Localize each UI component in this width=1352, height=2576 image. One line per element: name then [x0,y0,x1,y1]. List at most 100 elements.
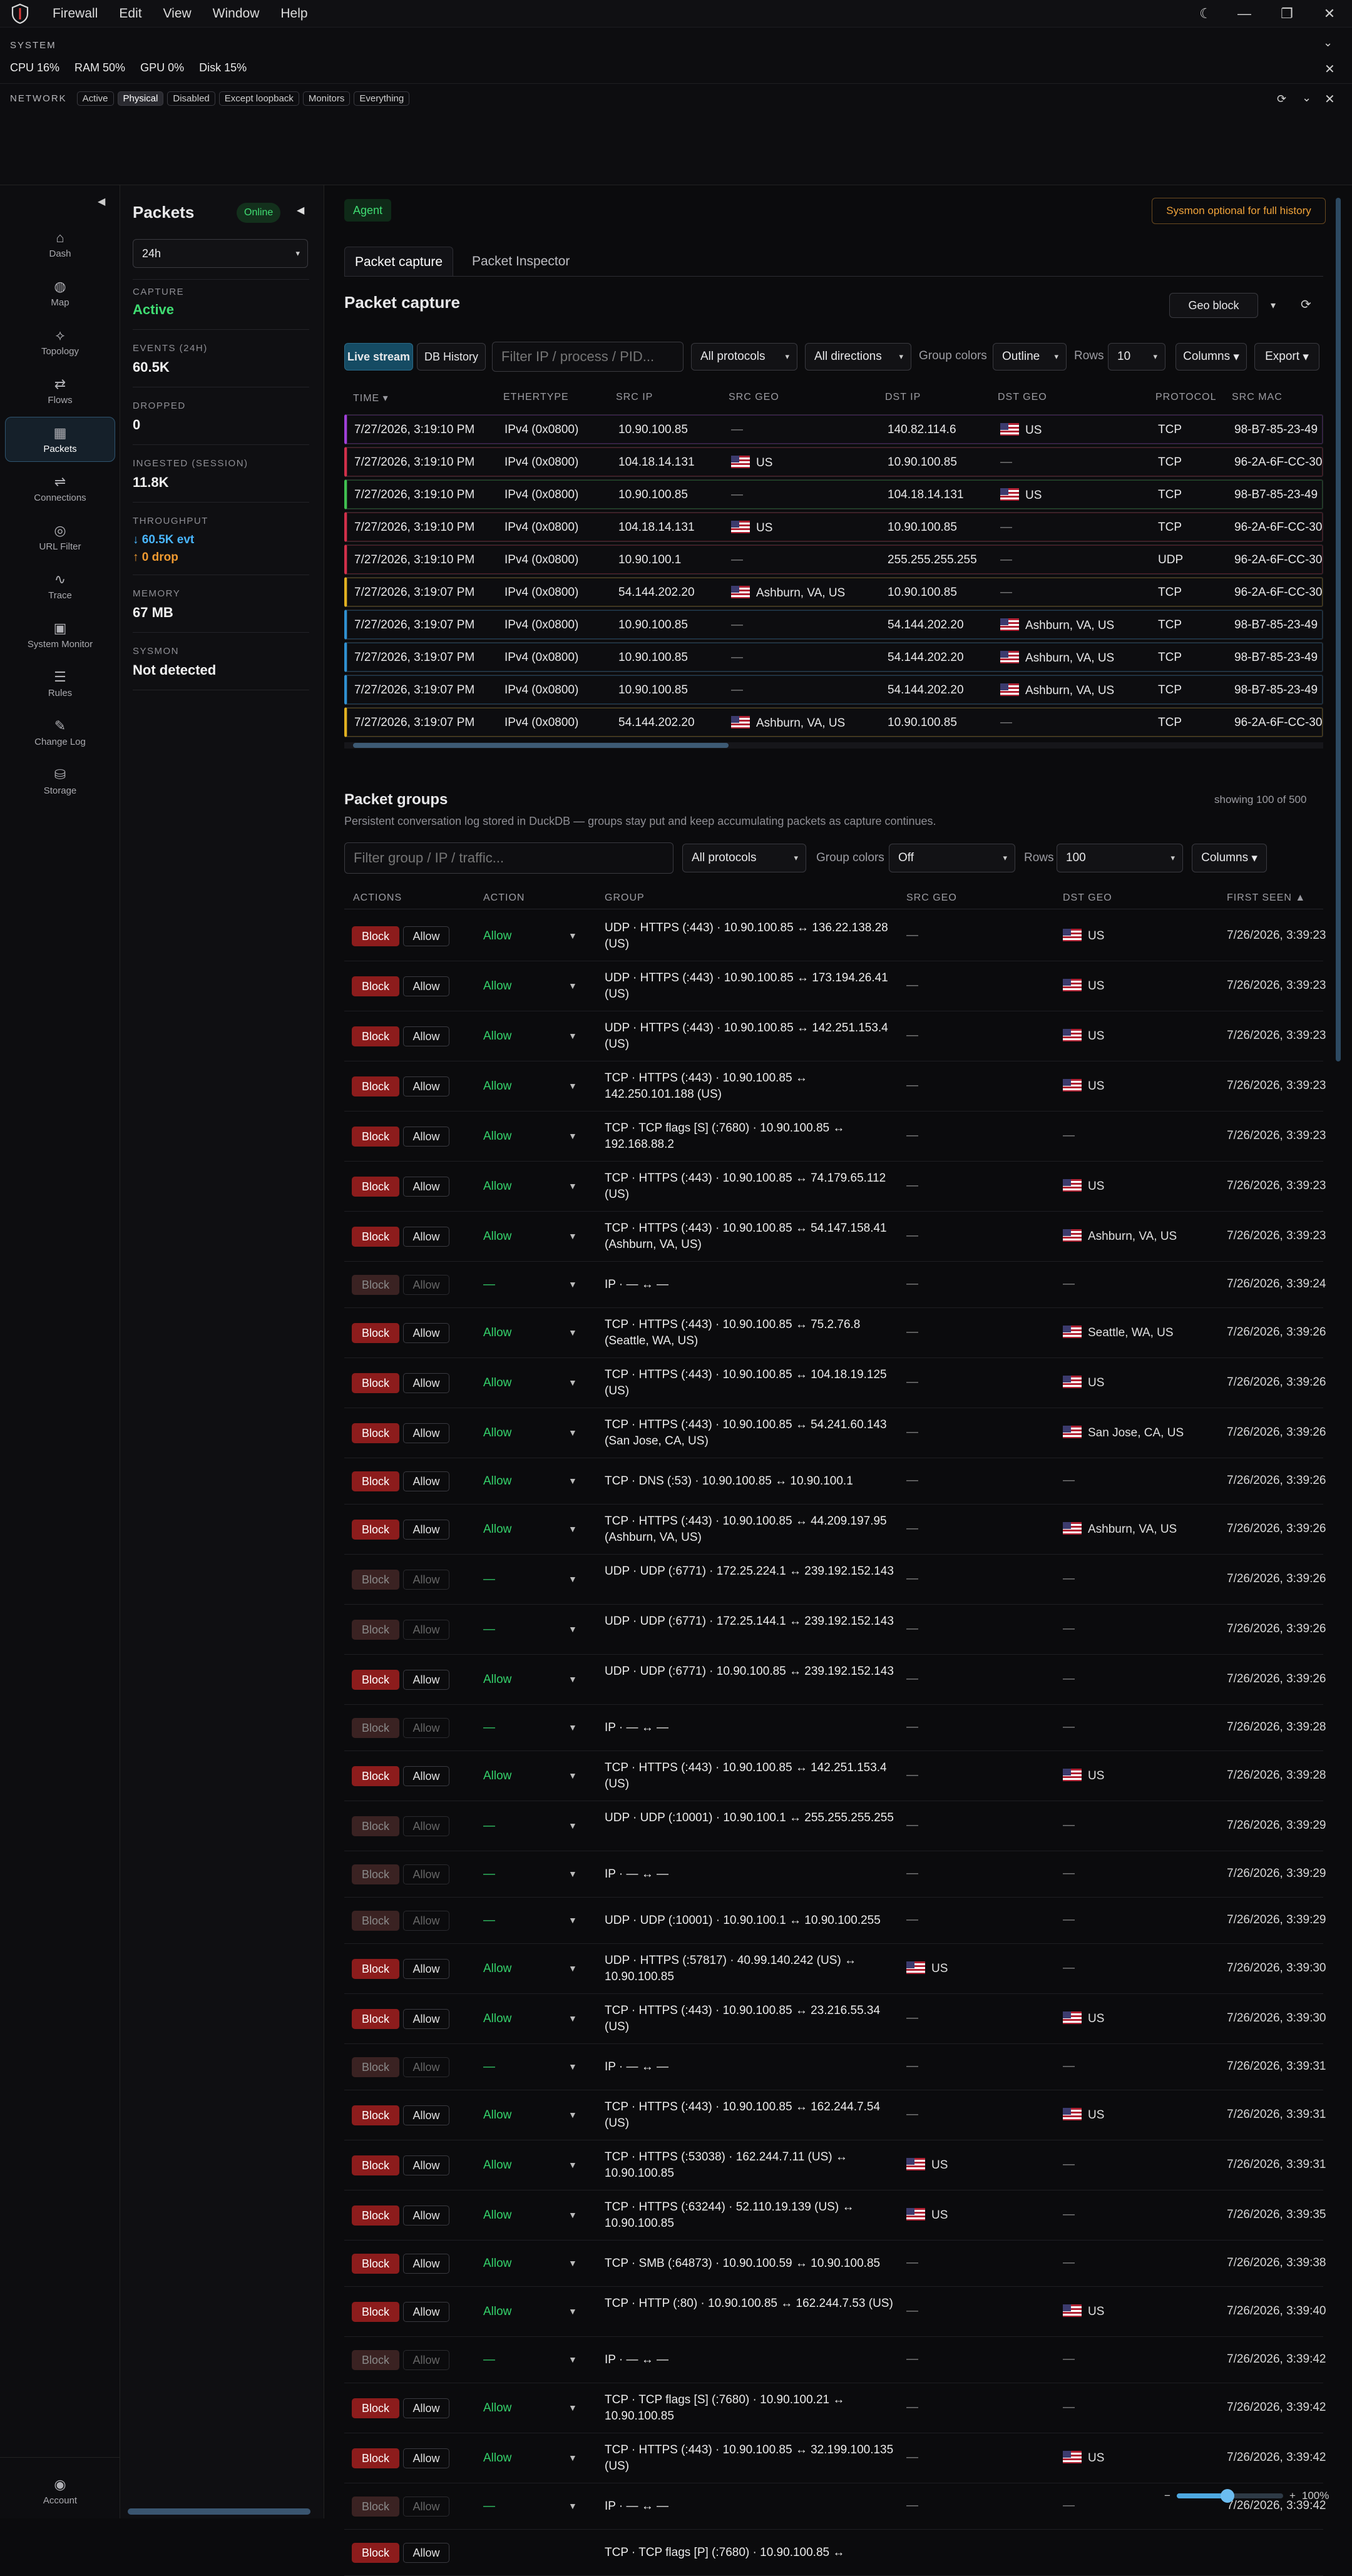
table-row[interactable]: 7/27/2026, 3:19:07 PM IPv4 (0x0800) 10.90.… [344,642,1323,672]
group-row[interactable]: Block Allow Allow ▼ TCP · HTTPS (:443) · 10.… [344,1212,1326,1262]
block-button[interactable]: Block [352,2057,399,2077]
menu-edit[interactable]: Edit [119,6,141,21]
group-colors-select-2[interactable]: Off ▾ [889,844,1015,872]
group-row[interactable]: Block Allow Allow ▼ UDP · HTTPS (:443) · 10.… [344,1011,1326,1061]
system-collapse-icon[interactable]: ⌄ [1323,36,1333,49]
filter-active[interactable]: Active [76,91,114,106]
allow-button[interactable]: Allow [403,2155,449,2175]
nav-connections[interactable]: ⇌ Connections [5,466,115,511]
menu-firewall[interactable]: Firewall [53,6,98,21]
table-hscroll[interactable] [344,742,1323,749]
column-header[interactable]: SRC MAC [1232,392,1283,403]
group-columns-button[interactable]: Columns ▾ [1192,844,1267,872]
group-row[interactable]: Block Allow TCP · TCP flags [P] (:7680) · … [344,2530,1323,2576]
nav-collapse-icon[interactable]: ◀ [98,195,105,208]
block-button[interactable]: Block [352,2398,399,2418]
refresh-icon[interactable]: ⟳ [1277,93,1286,106]
block-button[interactable]: Block [352,2155,399,2175]
block-button[interactable]: Block [352,1570,399,1590]
allow-button[interactable]: Allow [403,1718,449,1738]
column-header[interactable]: TIME ▾ [353,392,389,404]
group-row[interactable]: Block Allow Allow ▼ UDP · HTTPS (:57817) · 4… [344,1944,1326,1994]
table-row[interactable]: 7/27/2026, 3:19:07 PM IPv4 (0x0800) 54.144… [344,707,1323,737]
column-header[interactable]: SRC GEO [729,392,779,403]
allow-button[interactable]: Allow [403,1373,449,1393]
time-range-select[interactable]: 24h ▾ [133,239,308,268]
group-row[interactable]: Block Allow — ▼ IP · — ↔ — — — 7/26/2026, 3:39:… [344,1705,1326,1751]
block-button[interactable]: Block [352,1177,399,1197]
expand-chevron-icon[interactable]: ▼ [568,1524,577,1534]
geo-block-chevron-icon[interactable]: ▾ [1271,299,1276,312]
group-row[interactable]: Block Allow — ▼ IP · — ↔ — — — 7/26/2026, 3:39:… [344,2044,1326,2090]
expand-chevron-icon[interactable]: ▼ [568,1428,577,1438]
group-row[interactable]: Block Allow Allow ▼ TCP · HTTPS (:443) · 10.… [344,2090,1326,2140]
allow-button[interactable]: Allow [403,2497,449,2517]
group-protocol-select[interactable]: All protocols ▾ [682,844,806,872]
table-row[interactable]: 7/27/2026, 3:19:10 PM IPv4 (0x0800) 10.90.… [344,479,1323,509]
expand-chevron-icon[interactable]: ▼ [568,1624,577,1634]
expand-chevron-icon[interactable]: ▼ [568,1915,577,1925]
allow-button[interactable]: Allow [403,1275,449,1295]
block-button[interactable]: Block [352,1911,399,1931]
expand-chevron-icon[interactable]: ▼ [568,1674,577,1684]
table-row[interactable]: 7/27/2026, 3:19:07 PM IPv4 (0x0800) 54.144… [344,577,1323,607]
group-row[interactable]: Block Allow — ▼ IP · — ↔ — — — 7/26/2026, 3:39:… [344,2337,1326,2383]
allow-button[interactable]: Allow [403,1177,449,1197]
block-button[interactable]: Block [352,2302,399,2322]
group-row[interactable]: Block Allow — ▼ UDP · UDP (:10001) · 10.90.1… [344,1801,1326,1851]
expand-chevron-icon[interactable]: ▼ [568,2354,577,2364]
block-button[interactable]: Block [352,2254,399,2274]
table-row[interactable]: 7/27/2026, 3:19:10 PM IPv4 (0x0800) 104.18… [344,512,1323,542]
allow-button[interactable]: Allow [403,1423,449,1443]
group-row[interactable]: Block Allow Allow ▼ TCP · HTTPS (:443) · 10.… [344,1061,1326,1112]
allow-button[interactable]: Allow [403,1670,449,1690]
protocol-select[interactable]: All protocols ▾ [691,343,797,371]
block-button[interactable]: Block [352,1816,399,1836]
allow-button[interactable]: Allow [403,2448,449,2468]
expand-chevron-icon[interactable]: ▼ [568,1722,577,1732]
nav-trace[interactable]: ∿ Trace [5,563,115,608]
refresh-capture-icon[interactable]: ⟳ [1301,297,1311,312]
group-row[interactable]: Block Allow Allow ▼ TCP · DNS (:53) · 10.90.… [344,1458,1326,1505]
expand-chevron-icon[interactable]: ▼ [568,2453,577,2463]
filter-disabled[interactable]: Disabled [167,91,215,106]
network-close-icon[interactable]: ✕ [1324,91,1335,107]
allow-button[interactable]: Allow [403,2105,449,2125]
db-history-button[interactable]: DB History [417,343,486,371]
geo-block-button[interactable]: Geo block [1169,293,1258,318]
filter-except-loopback[interactable]: Except loopback [218,91,299,106]
table-row[interactable]: 7/27/2026, 3:19:10 PM IPv4 (0x0800) 104.18… [344,447,1323,477]
allow-button[interactable]: Allow [403,976,449,996]
expand-chevron-icon[interactable]: ▼ [568,1963,577,1973]
nav-account[interactable]: ◉ Account [5,2468,115,2513]
allow-button[interactable]: Allow [403,1323,449,1343]
group-row[interactable]: Block Allow Allow ▼ TCP · TCP flags [S] (:76… [344,1112,1326,1162]
block-button[interactable]: Block [352,1766,399,1786]
allow-button[interactable]: Allow [403,926,449,946]
group-row[interactable]: Block Allow Allow ▼ TCP · SMB (:64873) · 10.… [344,2241,1326,2287]
menu-help[interactable]: Help [280,6,307,21]
allow-button[interactable]: Allow [403,1911,449,1931]
nav-system-monitor[interactable]: ▣ System Monitor [5,612,115,657]
table-row[interactable]: 7/27/2026, 3:19:07 PM IPv4 (0x0800) 10.90.… [344,675,1323,705]
allow-button[interactable]: Allow [403,1026,449,1046]
group-column-header[interactable]: DST GEO [1063,892,1112,904]
allow-button[interactable]: Allow [403,1766,449,1786]
live-stream-button[interactable]: Live stream [344,343,413,371]
expand-chevron-icon[interactable]: ▼ [568,2306,577,2316]
group-column-header[interactable]: GROUP [605,892,645,904]
group-row[interactable]: Block Allow Allow ▼ TCP · HTTPS (:443) · 10.… [344,1505,1326,1555]
allow-button[interactable]: Allow [403,2302,449,2322]
expand-chevron-icon[interactable]: ▼ [568,1081,577,1091]
column-header[interactable]: ETHERTYPE [503,392,569,403]
network-collapse-icon[interactable]: ⌄ [1302,91,1311,105]
group-rows-select[interactable]: 100 ▾ [1057,844,1183,872]
zoom-slider[interactable] [1176,2489,1283,2503]
expand-chevron-icon[interactable]: ▼ [568,1231,577,1241]
group-row[interactable]: Block Allow — ▼ UDP · UDP (:10001) · 10.90.1… [344,1898,1326,1944]
allow-button[interactable]: Allow [403,1520,449,1540]
expand-chevron-icon[interactable]: ▼ [568,1327,577,1337]
expand-chevron-icon[interactable]: ▼ [568,1131,577,1141]
filter-physical[interactable]: Physical [117,91,164,106]
group-row[interactable]: Block Allow Allow ▼ TCP · HTTPS (:53038) · 1… [344,2140,1326,2190]
